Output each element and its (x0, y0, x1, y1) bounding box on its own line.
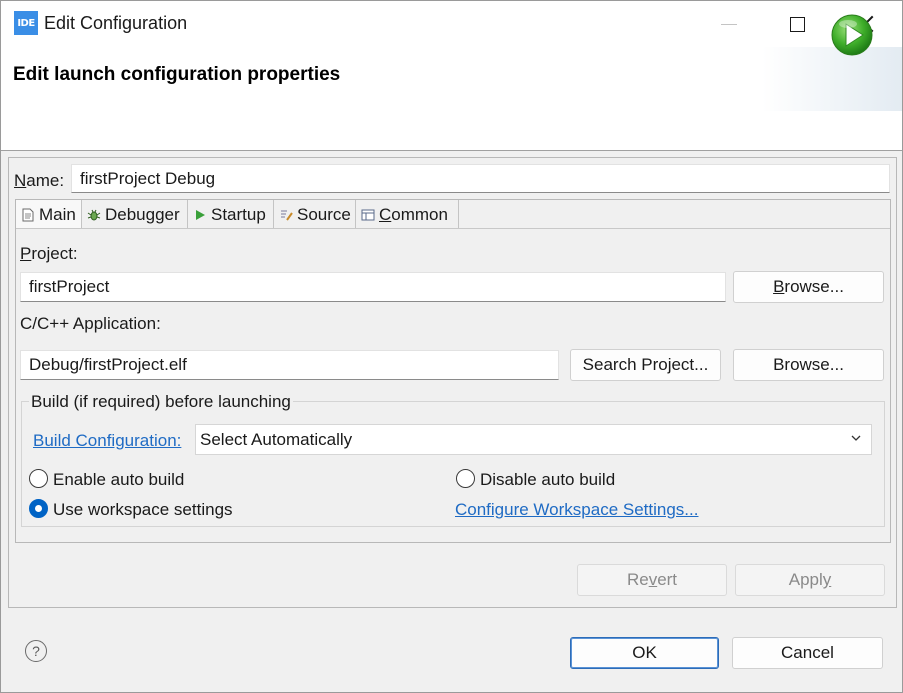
tab-common-label: Common (379, 204, 448, 224)
build-configuration-select[interactable]: Select Automatically (195, 424, 872, 455)
enable-auto-build-label: Enable auto build (53, 470, 185, 489)
application-field[interactable]: Debug/firstProject.elf (20, 350, 559, 380)
project-label: Project: (20, 244, 78, 263)
tab-source[interactable]: Source (274, 200, 356, 229)
help-icon[interactable]: ? (25, 640, 47, 662)
use-workspace-settings-label: Use workspace settings (53, 500, 233, 519)
common-icon (360, 207, 376, 223)
build-group-title: Build (if required) before launching (29, 392, 293, 412)
application-label: C/C++ Application: (20, 314, 161, 333)
play-arrow-icon (192, 207, 208, 223)
edit-configuration-dialog: IDE Edit Configuration Edit launch confi… (0, 0, 903, 693)
bug-icon (86, 207, 102, 223)
apply-button[interactable]: Appl y (735, 564, 885, 596)
tab-startup[interactable]: Startup (188, 200, 274, 229)
window-title: Edit Configuration (44, 13, 188, 33)
maximize-button[interactable] (763, 1, 831, 47)
configure-workspace-settings-link[interactable]: Configure Workspace Settings... (455, 500, 698, 520)
tab-source-label: Source (297, 204, 351, 224)
ide-app-icon: IDE (14, 11, 38, 35)
minimize-icon (721, 23, 737, 25)
maximize-icon (789, 16, 805, 32)
enable-auto-build-radio[interactable] (29, 469, 48, 488)
tab-debugger-label: Debugger (105, 204, 180, 224)
name-label-text: ame: (26, 171, 65, 190)
chevron-down-icon (851, 435, 861, 441)
application-browse-button[interactable]: Browse... (733, 349, 884, 381)
revert-button[interactable]: Re v ert (577, 564, 727, 596)
tab-debugger[interactable]: Debugger (82, 200, 188, 229)
header-title: Edit launch configuration properties (13, 64, 341, 85)
name-label: Name: (14, 171, 65, 190)
tab-main[interactable]: Main (16, 200, 82, 229)
build-configuration-value: Select Automatically (200, 429, 353, 449)
source-icon (278, 207, 294, 223)
tab-common[interactable]: Common (356, 200, 459, 229)
search-project-button[interactable]: Search Project... (570, 349, 721, 381)
dialog-header: Edit launch configuration properties (1, 47, 902, 151)
tab-startup-label: Startup (211, 204, 266, 224)
disable-auto-build-label: Disable auto build (480, 470, 616, 489)
title-bar: IDE Edit Configuration (1, 1, 902, 47)
minimize-button[interactable] (695, 1, 763, 47)
project-field[interactable]: firstProject (20, 272, 726, 302)
tab-strip-divider (16, 228, 890, 229)
build-configuration-link[interactable]: Build Configuration: (33, 431, 181, 451)
document-icon (20, 207, 36, 223)
use-workspace-settings-radio[interactable] (29, 499, 48, 518)
ok-button[interactable]: OK (570, 637, 719, 669)
launch-play-icon (831, 14, 873, 56)
name-field[interactable]: firstProject Debug (71, 164, 890, 193)
cancel-button[interactable]: Cancel (732, 637, 883, 669)
project-browse-button[interactable]: Browse... (733, 271, 884, 303)
disable-auto-build-radio[interactable] (456, 469, 475, 488)
tab-main-label: Main (39, 204, 76, 224)
